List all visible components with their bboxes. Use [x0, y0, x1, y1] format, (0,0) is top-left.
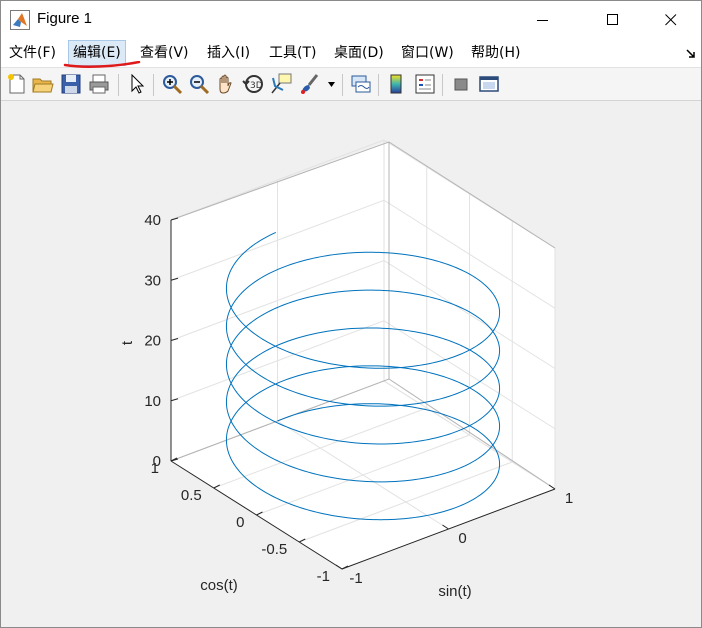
toolbar-separator	[442, 74, 443, 96]
figure-toolbar: 3D	[1, 68, 701, 101]
pointer-icon[interactable]	[125, 72, 149, 96]
y-tick-label: -1	[317, 568, 330, 585]
open-file-icon[interactable]	[31, 72, 55, 96]
menu-help[interactable]: 帮助(H)	[469, 43, 522, 63]
menu-tools[interactable]: 工具(T)	[267, 43, 318, 63]
z-tick-label: 10	[144, 393, 161, 410]
y-tick-label: 0.5	[181, 487, 202, 504]
close-icon	[665, 14, 677, 26]
save-icon[interactable]	[59, 72, 83, 96]
menu-window[interactable]: 窗口(W)	[399, 43, 456, 63]
toolbar-separator	[342, 74, 343, 96]
brush-icon[interactable]	[297, 72, 321, 96]
y-tick-label: -0.5	[261, 541, 287, 558]
new-figure-icon[interactable]	[5, 72, 29, 96]
z-tick-label: 30	[144, 272, 161, 289]
y-tick-label: 0	[236, 514, 244, 531]
maximize-icon	[607, 14, 618, 25]
minimize-button[interactable]	[520, 1, 566, 39]
link-plot-icon[interactable]	[349, 72, 373, 96]
y-axis-label: cos(t)	[200, 577, 238, 594]
z-tick-label: 40	[144, 212, 161, 229]
brush-dropdown-icon[interactable]	[328, 82, 336, 88]
close-button[interactable]	[648, 1, 694, 39]
dock-arrow-icon[interactable]	[686, 49, 696, 59]
x-axis-label: sin(t)	[438, 583, 471, 600]
menu-view[interactable]: 查看(V)	[138, 43, 191, 63]
figure-window: Figure 1 文件(F) 编辑(E) 查看(V) 插入(I) 工具(T) 桌…	[0, 0, 702, 628]
x-tick-label: -1	[349, 570, 362, 587]
y-tick-label: 1	[151, 460, 159, 477]
zoom-in-icon[interactable]	[160, 72, 184, 96]
toolbar-separator	[118, 74, 119, 96]
svg-text:3D: 3D	[250, 81, 263, 91]
x-tick-label: 0	[458, 530, 466, 547]
show-plot-tools-icon[interactable]	[477, 72, 501, 96]
legend-icon[interactable]	[413, 72, 437, 96]
pan-hand-icon[interactable]	[214, 72, 238, 96]
print-icon[interactable]	[87, 72, 111, 96]
axes-3d-plot[interactable]: 010203040-1-0.500.51-101tcos(t) sin(t)	[1, 101, 701, 627]
x-tick-label: 1	[565, 490, 573, 507]
menu-desktop[interactable]: 桌面(D)	[332, 43, 386, 63]
matlab-logo-icon	[10, 10, 30, 30]
z-axis-label: t	[119, 340, 136, 345]
minimize-icon	[537, 20, 548, 21]
maximize-button[interactable]	[590, 1, 636, 39]
rotate-3d-icon[interactable]: 3D	[242, 72, 266, 96]
menu-bar: 文件(F) 编辑(E) 查看(V) 插入(I) 工具(T) 桌面(D) 窗口(W…	[1, 39, 701, 68]
menu-file[interactable]: 文件(F)	[7, 43, 58, 63]
window-title: Figure 1	[37, 10, 93, 27]
toolbar-separator	[153, 74, 154, 96]
hide-plot-tools-icon[interactable]	[449, 72, 473, 96]
z-tick-label: 20	[144, 333, 161, 350]
title-bar[interactable]: Figure 1	[1, 1, 701, 39]
zoom-out-icon[interactable]	[187, 72, 211, 96]
menu-insert[interactable]: 插入(I)	[205, 43, 252, 63]
toolbar-separator	[378, 74, 379, 96]
data-cursor-icon[interactable]	[269, 72, 293, 96]
colorbar-icon[interactable]	[385, 72, 409, 96]
